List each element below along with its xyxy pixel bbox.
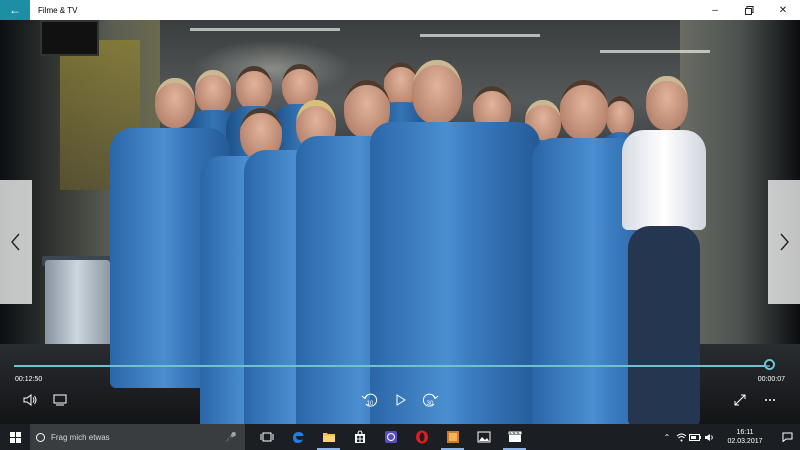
volume-icon[interactable]	[22, 392, 38, 408]
windows-start-icon[interactable]	[0, 424, 30, 450]
taskbar: Frag mich etwas 🎤 ⌃ 16:11 02.03.2017	[0, 424, 800, 450]
skip-forward-label: 30	[427, 401, 434, 407]
back-arrow-icon[interactable]: ←	[0, 0, 30, 20]
previous-arrow-icon[interactable]	[0, 180, 32, 304]
search-placeholder: Frag mich etwas	[51, 432, 110, 442]
photos-icon[interactable]	[468, 424, 499, 450]
ceiling-light	[420, 34, 540, 37]
restore-icon[interactable]	[732, 0, 766, 20]
system-tray: ⌃ 16:11 02.03.2017	[660, 424, 800, 450]
wifi-icon[interactable]	[674, 424, 688, 450]
ceiling-light	[600, 50, 710, 53]
close-icon[interactable]: ✕	[766, 0, 800, 20]
skip-forward-30-icon[interactable]: 30	[420, 392, 440, 408]
store-icon[interactable]	[344, 424, 375, 450]
action-center-icon[interactable]	[774, 424, 800, 450]
elapsed-time: 00:12:50	[15, 376, 43, 383]
play-icon[interactable]	[394, 392, 408, 408]
video-frame[interactable]	[0, 20, 800, 424]
clock-time: 16:11	[736, 429, 754, 436]
file-explorer-icon[interactable]	[313, 424, 344, 450]
app-7-icon[interactable]	[375, 424, 406, 450]
more-icon[interactable]	[762, 392, 778, 408]
opera-icon[interactable]	[406, 424, 437, 450]
cortana-icon	[36, 432, 45, 442]
seek-bar[interactable]	[14, 365, 770, 367]
movies-tv-icon[interactable]	[499, 424, 530, 450]
subtitles-icon[interactable]	[52, 392, 68, 408]
battery-icon[interactable]	[688, 424, 702, 450]
photos-app-icon[interactable]	[437, 424, 468, 450]
microphone-icon[interactable]: 🎤	[226, 432, 237, 443]
chevron-up-icon[interactable]: ⌃	[660, 424, 674, 450]
ceiling-light	[190, 28, 340, 31]
task-view-icon[interactable]	[251, 424, 282, 450]
title-bar: ← Filme & TV – ✕	[0, 0, 800, 20]
minimize-icon[interactable]: –	[698, 0, 732, 20]
fullscreen-icon[interactable]	[732, 392, 748, 408]
skip-back-label: 10	[367, 401, 374, 407]
skip-back-10-icon[interactable]: 10	[360, 392, 380, 408]
speaker-icon[interactable]	[702, 424, 716, 450]
remaining-time: 00:00:07	[757, 376, 785, 383]
edge-icon[interactable]	[282, 424, 313, 450]
search-box[interactable]: Frag mich etwas 🎤	[30, 424, 245, 450]
taskbar-clock[interactable]: 16:11 02.03.2017	[720, 428, 770, 446]
background-monitor	[40, 20, 99, 56]
window-controls: – ✕	[698, 0, 800, 20]
next-arrow-icon[interactable]	[768, 180, 800, 304]
app-title: Filme & TV	[38, 5, 78, 15]
taskbar-apps	[251, 424, 530, 450]
seek-thumb[interactable]	[764, 359, 775, 370]
clock-date: 02.03.2017	[727, 438, 763, 445]
